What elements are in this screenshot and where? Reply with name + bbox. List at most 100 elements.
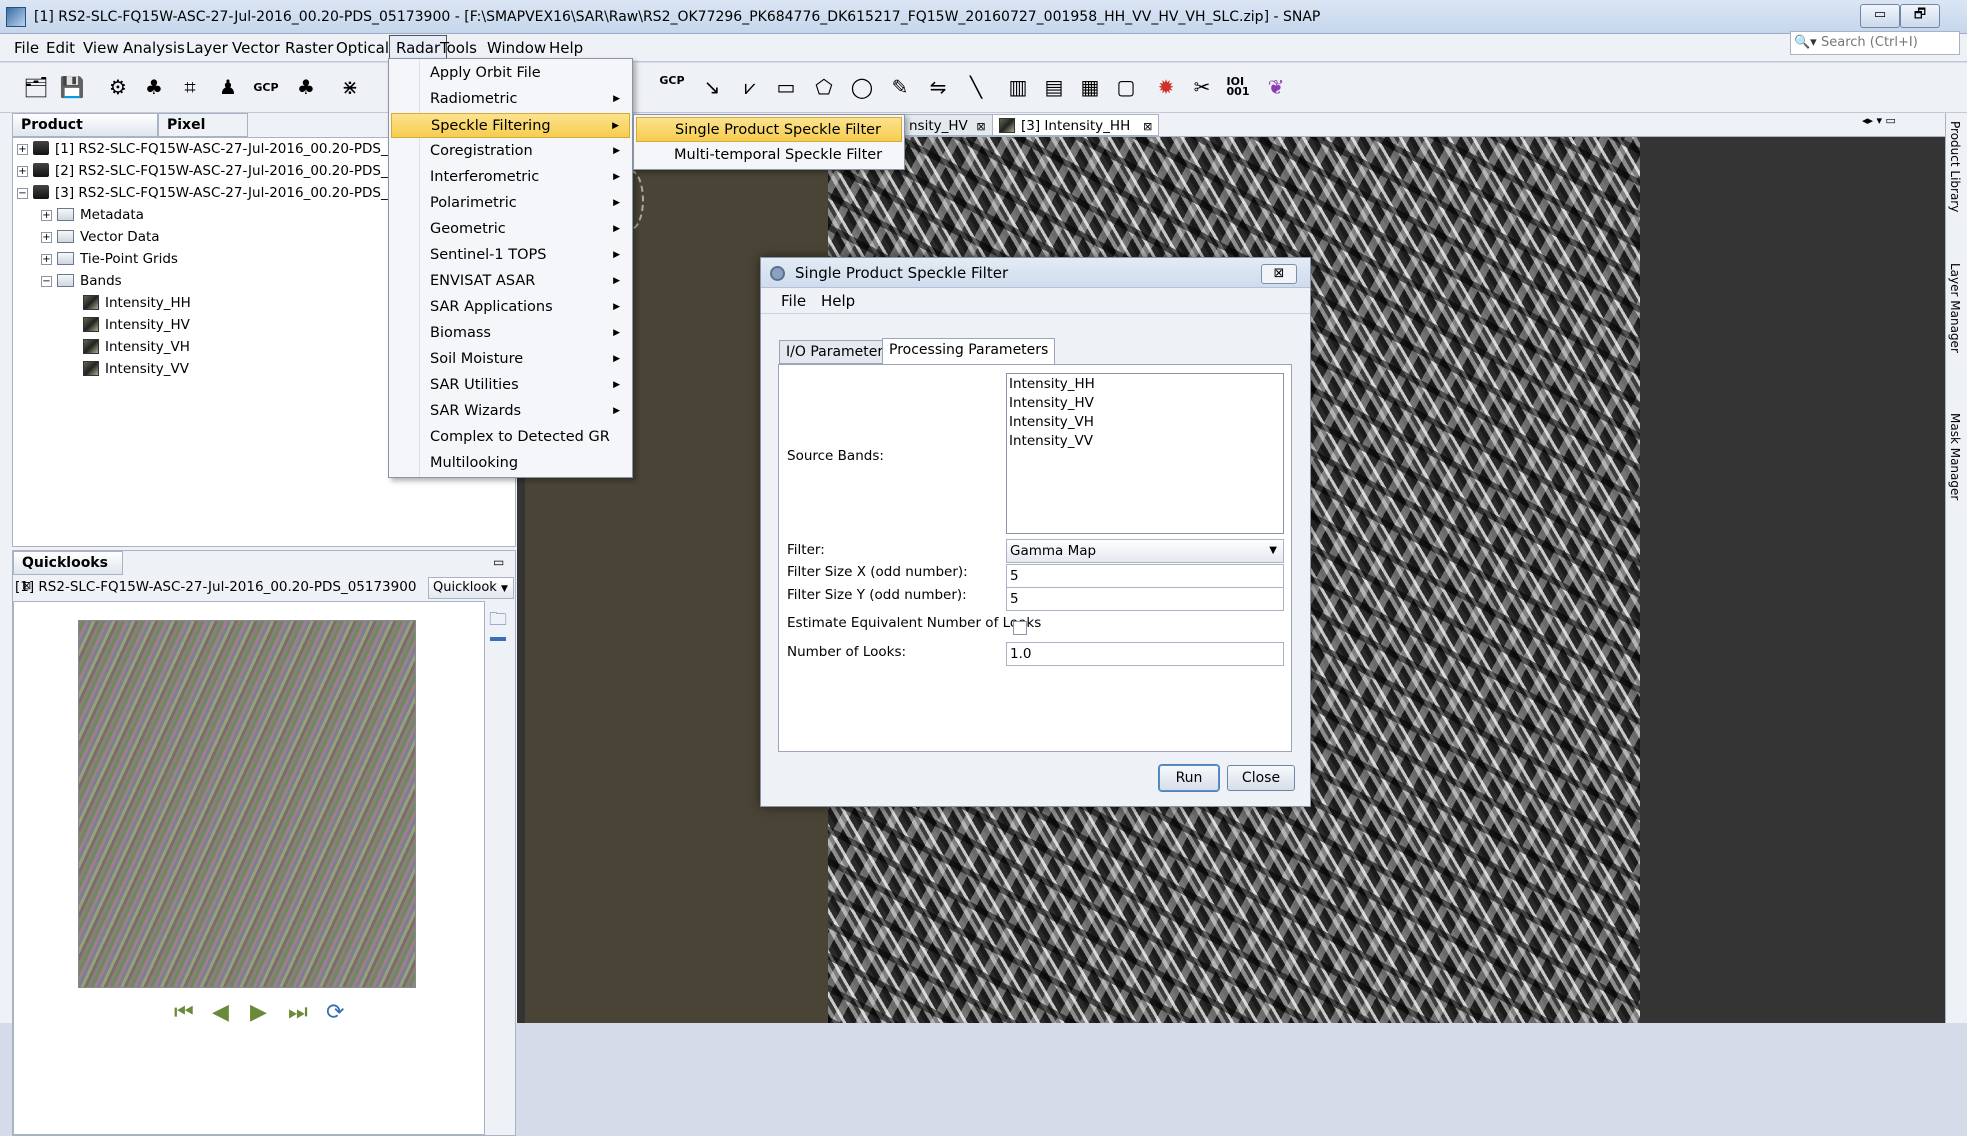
tab-product-explorer[interactable]: Product Explorer ⊠ <box>12 113 158 155</box>
tree-node-bands[interactable]: Bands <box>57 271 122 291</box>
gcp-manager-icon[interactable]: GCP <box>252 73 280 101</box>
polygon-tool-icon[interactable]: ⬠ <box>810 73 838 101</box>
list-item[interactable]: Intensity_VH <box>1009 414 1094 430</box>
minimize-button[interactable]: ▭ <box>1860 4 1900 28</box>
filter-select[interactable]: Gamma Map ▼ <box>1006 539 1284 563</box>
tree-product-2[interactable]: [2] RS2-SLC-FQ15W-ASC-27-Jul-2016_00.20-… <box>33 161 413 181</box>
tab-processing-parameters[interactable]: Processing Parameters <box>882 338 1056 364</box>
tree-band-hh[interactable]: Intensity_HH <box>83 293 191 313</box>
tree-product-1[interactable]: [1] RS2-SLC-FQ15W-ASC-27-Jul-2016_00.20-… <box>33 139 413 159</box>
menu-item-sentinel1-tops[interactable]: Sentinel-1 TOPS ▶ <box>391 243 630 268</box>
menu-window[interactable]: Window <box>481 36 552 60</box>
tile-evenly-icon[interactable]: ▦ <box>1076 73 1104 101</box>
run-button[interactable]: Run <box>1159 765 1219 791</box>
tree-product-3[interactable]: [3] RS2-SLC-FQ15W-ASC-27-Jul-2016_00.20-… <box>33 183 413 203</box>
menu-vector[interactable]: Vector <box>226 36 286 60</box>
side-tab-mask-manager[interactable]: Mask Manager <box>1948 413 1962 500</box>
nest-logo-icon[interactable]: ✹ <box>1152 73 1180 101</box>
rectangle-tool-icon[interactable]: ▭ <box>772 73 800 101</box>
polyline-tool-icon[interactable]: ⩗ <box>736 73 764 101</box>
tree-node-vector-data[interactable]: Vector Data <box>57 227 160 247</box>
range-finder-icon[interactable]: ⇋ <box>924 73 952 101</box>
tree-band-vh[interactable]: Intensity_VH <box>83 337 190 357</box>
expand-icon[interactable]: + <box>41 210 52 221</box>
dialog-menu-help[interactable]: Help <box>821 292 855 310</box>
list-item[interactable]: Intensity_VV <box>1009 433 1093 449</box>
menu-item-sar-utilities[interactable]: SAR Utilities ▶ <box>391 373 630 398</box>
tab-quicklooks[interactable]: Quicklooks ⊠ <box>13 551 123 592</box>
geocoding-icon[interactable]: ✂ <box>1188 73 1216 101</box>
polarimetric-icon[interactable]: ❦ <box>1262 73 1290 101</box>
collapse-icon[interactable]: − <box>17 188 28 199</box>
quicklook-selector[interactable]: Quicklook ▼ <box>428 577 514 599</box>
tile-single-icon[interactable]: ▢ <box>1112 73 1140 101</box>
menu-item-soil-moisture[interactable]: Soil Moisture ▶ <box>391 347 630 372</box>
magic-wand-icon[interactable]: ✎ <box>886 73 914 101</box>
first-icon[interactable]: ⏮ <box>174 1000 194 1025</box>
list-item[interactable]: Intensity_HH <box>1009 376 1095 392</box>
menu-tools[interactable]: Tools <box>434 36 483 60</box>
gcp-tool-icon[interactable]: GCP <box>658 66 686 94</box>
search-icon[interactable]: 🔍▾ <box>1794 35 1817 50</box>
side-tab-layer-manager[interactable]: Layer Manager <box>1948 263 1962 353</box>
tree-band-hv[interactable]: Intensity_HV <box>83 315 190 335</box>
tile-vertical-icon[interactable]: ▥ <box>1004 73 1032 101</box>
menu-item-single-product-speckle-filter[interactable]: Single Product Speckle Filter <box>636 117 902 142</box>
maximize-button[interactable]: 🗗 <box>1900 4 1940 28</box>
menu-edit[interactable]: Edit <box>40 36 81 60</box>
menu-item-biomass[interactable]: Biomass ▶ <box>391 321 630 346</box>
source-bands-list[interactable]: Intensity_HH Intensity_HV Intensity_VH I… <box>1006 373 1284 534</box>
pin-manager-icon[interactable]: ♣ <box>292 73 320 101</box>
menu-item-radiometric[interactable]: Radiometric ▶ <box>391 87 630 112</box>
last-icon[interactable]: ⏭ <box>288 1000 308 1025</box>
minus-icon[interactable] <box>490 637 506 641</box>
save-product-icon[interactable]: 💾 <box>58 73 86 101</box>
estimate-enl-checkbox[interactable] <box>1013 621 1027 635</box>
side-tab-product-library[interactable]: Product Library <box>1948 121 1962 212</box>
menu-item-coregistration[interactable]: Coregistration ▶ <box>391 139 630 164</box>
next-icon[interactable]: ▶ <box>250 1000 267 1025</box>
expand-icon[interactable]: + <box>41 232 52 243</box>
open-folder-icon[interactable]: 🗀 <box>489 607 507 637</box>
menu-item-geometric[interactable]: Geometric ▶ <box>391 217 630 242</box>
previous-icon[interactable]: ◀ <box>212 1000 229 1025</box>
menu-item-multi-temporal-speckle-filter[interactable]: Multi-temporal Speckle Filter <box>636 143 902 168</box>
close-button[interactable]: Close <box>1227 765 1295 791</box>
dialog-menu-file[interactable]: File <box>781 292 806 310</box>
collapse-icon[interactable]: − <box>41 276 52 287</box>
menu-item-complex-to-detected-gr[interactable]: Complex to Detected GR <box>391 425 630 450</box>
minimize-panel-icon[interactable]: ▭ <box>493 555 504 569</box>
tab-intensity-hh[interactable]: [3] Intensity_HH ⊠ <box>992 114 1160 136</box>
ellipse-tool-icon[interactable]: ◯ <box>848 73 876 101</box>
tree-node-metadata[interactable]: Metadata <box>57 205 144 225</box>
expand-icon[interactable]: + <box>17 144 28 155</box>
filter-size-x-input[interactable]: 5 <box>1006 564 1284 588</box>
pin-icon[interactable]: ♟ <box>214 73 242 101</box>
list-item[interactable]: Intensity_HV <box>1009 395 1094 411</box>
tree-node-tie-point-grids[interactable]: Tie-Point Grids <box>57 249 178 269</box>
open-product-icon[interactable]: 🗂 <box>22 73 50 101</box>
menu-item-interferometric[interactable]: Interferometric ▶ <box>391 165 630 190</box>
tab-intensity-hv[interactable]: nsity_HV ⊠ <box>902 114 993 136</box>
measure-icon[interactable]: ╲ <box>962 73 990 101</box>
batch-processing-icon[interactable]: ♣ <box>140 73 168 101</box>
ioi-icon[interactable]: IOI 001 <box>1224 73 1252 101</box>
tile-horizontal-icon[interactable]: ▤ <box>1040 73 1068 101</box>
menu-item-polarimetric[interactable]: Polarimetric ▶ <box>391 191 630 216</box>
refresh-icon[interactable]: ⟳ <box>326 1000 344 1025</box>
grid-icon[interactable]: ⌗ <box>176 73 204 101</box>
tab-nav-icon[interactable]: ◂▸ ▾ ▭ <box>1862 114 1896 127</box>
graph-builder-icon[interactable]: ⚙ <box>104 73 132 101</box>
tree-band-vv[interactable]: Intensity_VV <box>83 359 189 379</box>
number-of-looks-input[interactable]: 1.0 <box>1006 642 1284 666</box>
menu-item-speckle-filtering[interactable]: Speckle Filtering ▶ <box>391 113 630 138</box>
tab-pixel-info[interactable]: Pixel Info <box>158 113 248 155</box>
dialog-close-button[interactable]: ⊠ <box>1261 264 1297 284</box>
menu-item-multilooking[interactable]: Multilooking <box>391 451 630 476</box>
tab-io-parameters[interactable]: I/O Parameters <box>779 340 898 364</box>
expand-icon[interactable]: + <box>41 254 52 265</box>
menu-item-envisat-asar[interactable]: ENVISAT ASAR ▶ <box>391 269 630 294</box>
menu-help[interactable]: Help <box>543 36 589 60</box>
menu-item-sar-wizards[interactable]: SAR Wizards ▶ <box>391 399 630 424</box>
menu-optical[interactable]: Optical <box>330 36 395 60</box>
